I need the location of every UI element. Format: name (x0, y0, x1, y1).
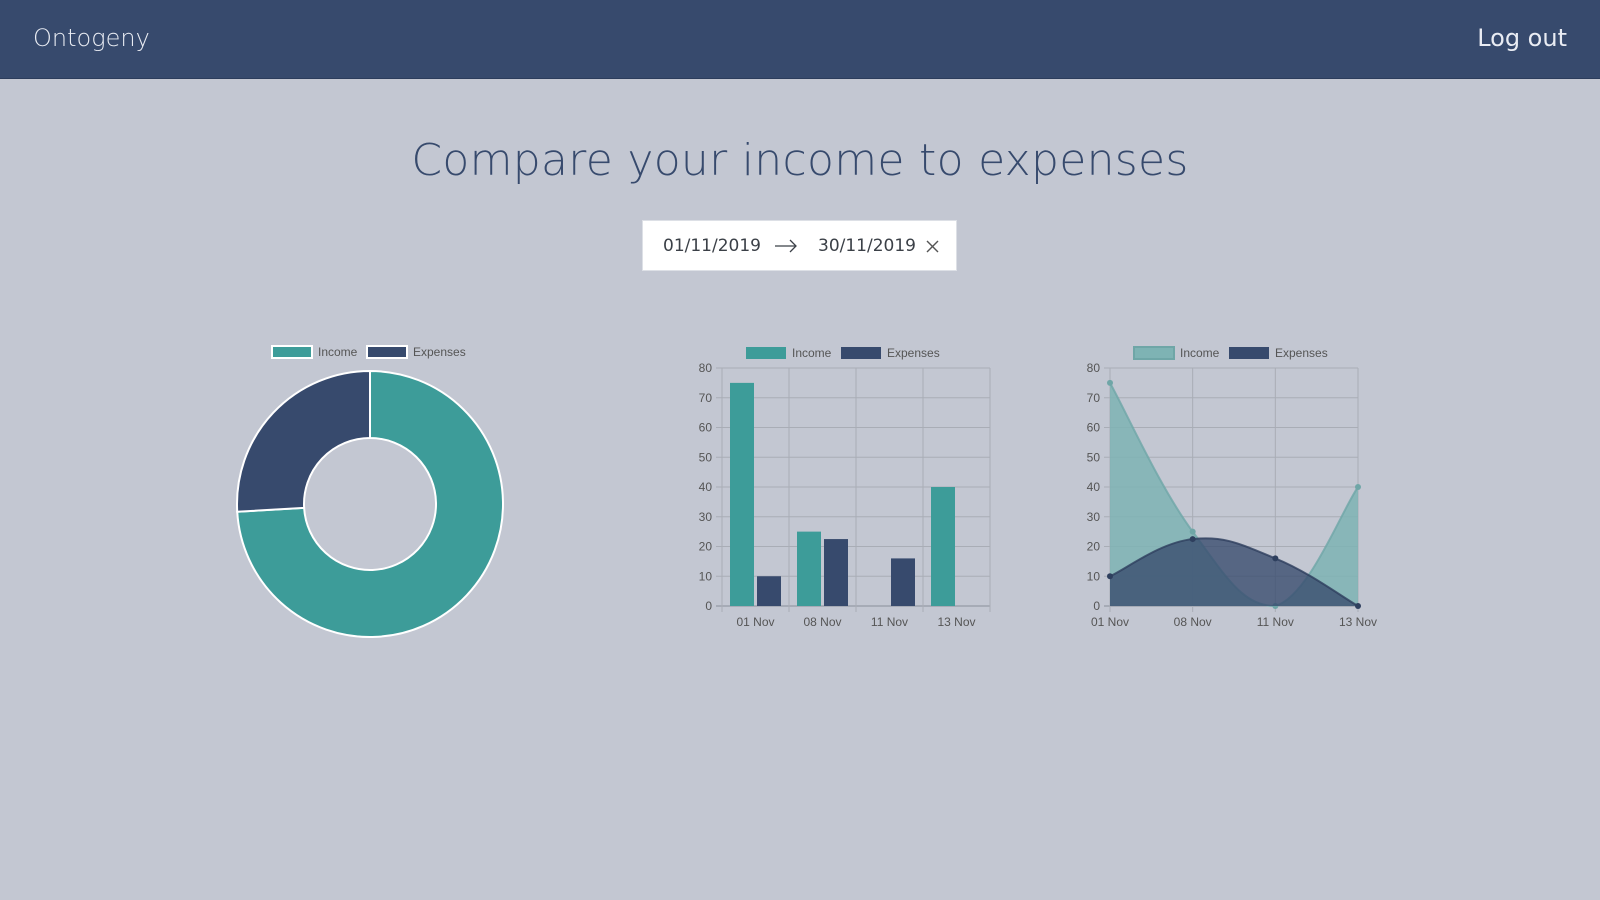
top-navbar: Ontogeny Log out (0, 0, 1600, 79)
y-tick-label: 50 (699, 450, 713, 464)
point-income[interactable] (1189, 528, 1196, 535)
legend-swatch-income[interactable] (271, 345, 313, 359)
point-expenses[interactable] (1107, 573, 1113, 580)
income-expenses-bar-chart: Income Expenses 0 10 20 30 40 50 60 70 80 01 Nov 0… (699, 346, 991, 629)
point-expenses[interactable] (1189, 536, 1196, 543)
x-tick-label: 01 Nov (736, 615, 774, 629)
donut-slices (236, 369, 504, 638)
y-tick-label: 30 (1087, 510, 1101, 524)
logout-link[interactable]: Log out (1477, 24, 1567, 52)
legend-swatch-expenses[interactable] (366, 345, 408, 359)
bar-income[interactable] (931, 487, 955, 606)
x-tick-label: 11 Nov (1257, 615, 1294, 629)
y-tick-label: 50 (1087, 450, 1101, 464)
bar-expenses[interactable] (757, 576, 781, 606)
y-tick-label: 70 (699, 391, 713, 405)
close-icon[interactable] (924, 236, 940, 259)
app-brand[interactable]: Ontogeny (33, 24, 150, 52)
point-income[interactable] (1355, 484, 1361, 490)
y-tick-label: 0 (705, 599, 712, 613)
x-tick-label: 11 Nov (871, 615, 908, 629)
y-tick-label: 60 (699, 421, 713, 435)
y-tick-label: 60 (1087, 421, 1101, 435)
y-tick-label: 20 (1087, 540, 1101, 554)
bar-income[interactable] (730, 382, 754, 606)
arrow-right-icon (774, 236, 798, 259)
y-tick-label: 70 (1087, 391, 1101, 405)
point-expenses[interactable] (1355, 603, 1361, 609)
x-tick-label: 08 Nov (803, 615, 841, 629)
start-date-input[interactable]: 01/11/2019 (663, 236, 761, 256)
legend-swatch-expenses[interactable] (841, 347, 881, 359)
point-expenses[interactable] (1272, 555, 1279, 562)
end-date-input[interactable]: 30/11/2019 (818, 236, 916, 256)
chart-legend: Income Expenses (746, 346, 940, 360)
y-tick-label: 80 (699, 361, 713, 375)
point-income[interactable] (1107, 379, 1113, 386)
date-range-picker[interactable]: 01/11/2019 30/11/2019 (642, 220, 957, 271)
bar-expenses[interactable] (891, 558, 915, 606)
page-title: Compare your income to expenses (411, 135, 1189, 186)
legend-label-expenses[interactable]: Expenses (413, 345, 466, 359)
legend-swatch-income[interactable] (746, 347, 786, 359)
y-tick-label: 40 (699, 480, 713, 494)
y-tick-label: 30 (699, 510, 713, 524)
income-expenses-area-chart: Income Expenses 0 10 20 30 40 50 60 70 80 01 Nov 0… (1087, 346, 1377, 629)
area-marks (1107, 379, 1361, 609)
bar-income[interactable] (797, 531, 821, 606)
legend-label-expenses[interactable]: Expenses (887, 346, 940, 360)
legend-label-income[interactable]: Income (1180, 346, 1220, 360)
x-tick-label: 08 Nov (1174, 615, 1212, 629)
y-tick-label: 40 (1087, 480, 1101, 494)
bar-marks (730, 382, 955, 606)
donut-slice-expenses[interactable] (236, 369, 371, 513)
chart-legend: Income Expenses (271, 345, 466, 359)
legend-label-expenses[interactable]: Expenses (1275, 346, 1328, 360)
x-tick-label: 13 Nov (937, 615, 975, 629)
bar-expenses[interactable] (824, 539, 848, 606)
x-tick-label: 13 Nov (1339, 615, 1377, 629)
chart-legend: Income Expenses (1133, 346, 1328, 360)
y-tick-label: 10 (699, 569, 713, 583)
x-tick-label: 01 Nov (1091, 615, 1129, 629)
y-tick-label: 20 (699, 540, 713, 554)
income-expenses-doughnut-chart: Income Expenses (236, 345, 504, 638)
y-tick-label: 0 (1093, 599, 1100, 613)
legend-label-income[interactable]: Income (318, 345, 358, 359)
y-tick-label: 10 (1087, 569, 1101, 583)
legend-swatch-expenses[interactable] (1229, 347, 1269, 359)
legend-swatch-income[interactable] (1133, 346, 1175, 360)
y-tick-label: 80 (1087, 361, 1101, 375)
legend-label-income[interactable]: Income (792, 346, 832, 360)
